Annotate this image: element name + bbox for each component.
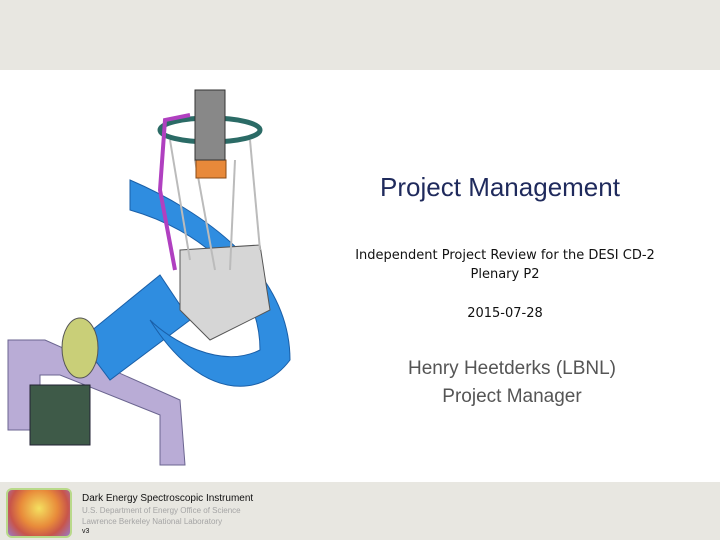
electronics-rack [29,384,91,446]
telescope-illustration [7,89,291,466]
corrector-barrel [195,159,227,179]
footer-version: v3 [82,528,90,535]
review-line-1: Independent Project Review for the DESI … [355,248,655,263]
focal-plane [194,89,226,161]
header-band [0,0,720,70]
footer-agency: U.S. Department of Energy Office of Scie… [82,506,241,515]
presenter-role: Project Manager [442,386,582,407]
desi-logo [6,488,72,538]
review-date: 2015-07-28 [467,306,543,321]
footer-project: Dark Energy Spectroscopic Instrument [82,493,254,504]
slide-title: Project Management [380,172,620,202]
footer-lab: Lawrence Berkeley National Laboratory [82,517,223,526]
review-line-2: Plenary P2 [470,267,540,282]
mirror-cell [179,244,271,341]
declination-wheel [61,317,99,379]
presenter-name: Henry Heetderks (LBNL) [407,358,617,379]
